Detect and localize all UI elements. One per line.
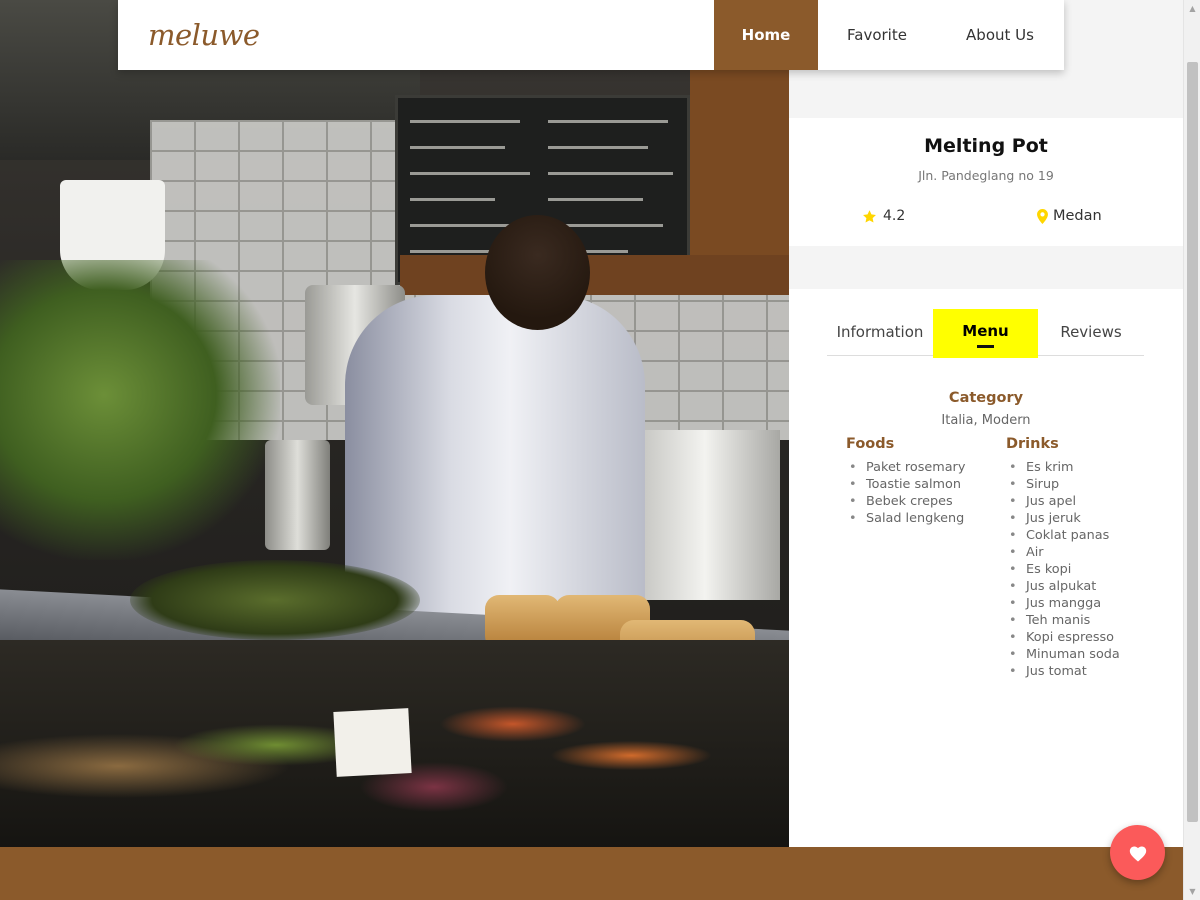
scrollbar-thumb[interactable] [1187,62,1198,822]
drink-item: Jus apel [1006,493,1120,510]
coffee-grinder [265,440,330,550]
restaurant-rating: 4.2 [862,208,905,224]
drink-item: Sirup [1006,476,1120,493]
restaurant-city: Medan [1037,208,1102,224]
drink-item: Teh manis [1006,612,1120,629]
tab-information[interactable]: Information [827,309,933,355]
drink-item: Jus jeruk [1006,510,1120,527]
foods-list: Paket rosemary Toastie salmon Bebek crep… [846,459,965,527]
category-title: Category [948,390,1024,406]
tab-reviews[interactable]: Reviews [1038,309,1144,355]
map-pin-icon [1037,208,1048,224]
favorite-button[interactable] [1110,825,1165,880]
scroll-up-arrow-icon[interactable]: ▲ [1184,0,1200,17]
scroll-down-arrow-icon[interactable]: ▼ [1184,883,1200,900]
drink-item: Jus mangga [1006,595,1120,612]
restaurant-address: Jln. Pandeglang no 19 [918,168,1054,183]
nav-home[interactable]: Home [714,0,818,70]
price-label [333,708,412,777]
drink-item: Coklat panas [1006,527,1120,544]
heart-icon [1129,845,1146,862]
tab-menu[interactable]: Menu [933,309,1038,358]
espresso-machine [630,430,780,600]
drink-item: Jus alpukat [1006,578,1120,595]
food-item: Bebek crepes [846,493,965,510]
menu-card: Information Menu Reviews Category Italia… [789,289,1183,847]
restaurant-name: Melting Pot [924,135,1048,157]
wooden-shelf [690,70,789,270]
salad-tray [130,560,420,640]
city-name: Medan [1053,208,1102,224]
detail-panel: Melting Pot Jln. Pandeglang no 19 4.2 Me… [789,0,1183,847]
shelf-plank [400,255,789,295]
tab-menu-label: Menu [962,321,1009,340]
food-item: Salad lengkeng [846,510,965,527]
drinks-title: Drinks [1006,436,1059,452]
hero-image [0,0,789,847]
restaurant-info-card: Melting Pot Jln. Pandeglang no 19 4.2 Me… [789,118,1183,246]
nav-about-us[interactable]: About Us [936,0,1064,70]
rating-value: 4.2 [883,208,906,224]
vertical-scrollbar[interactable]: ▲ ▼ [1183,0,1200,900]
food-item: Toastie salmon [846,476,965,493]
tab-bar: Information Menu Reviews [827,309,1144,358]
drink-item: Kopi espresso [1006,629,1120,646]
drink-item: Jus tomat [1006,663,1120,680]
drink-item: Minuman soda [1006,646,1120,663]
drink-item: Es krim [1006,459,1120,476]
food-item: Paket rosemary [846,459,965,476]
chef-head [485,215,590,330]
logo[interactable]: meluwe [118,0,714,70]
plants [0,260,280,560]
drink-item: Air [1006,544,1120,561]
drinks-list: Es krim Sirup Jus apel Jus jeruk Coklat … [1006,459,1120,680]
navbar: meluwe Home Favorite About Us [118,0,1064,70]
nav-favorite[interactable]: Favorite [818,0,936,70]
foods-title: Foods [846,436,895,452]
footer [0,847,1183,900]
category-value: Italia, Modern [941,413,1031,428]
active-tab-indicator [977,345,994,348]
drink-item: Es kopi [1006,561,1120,578]
star-icon [863,209,876,222]
